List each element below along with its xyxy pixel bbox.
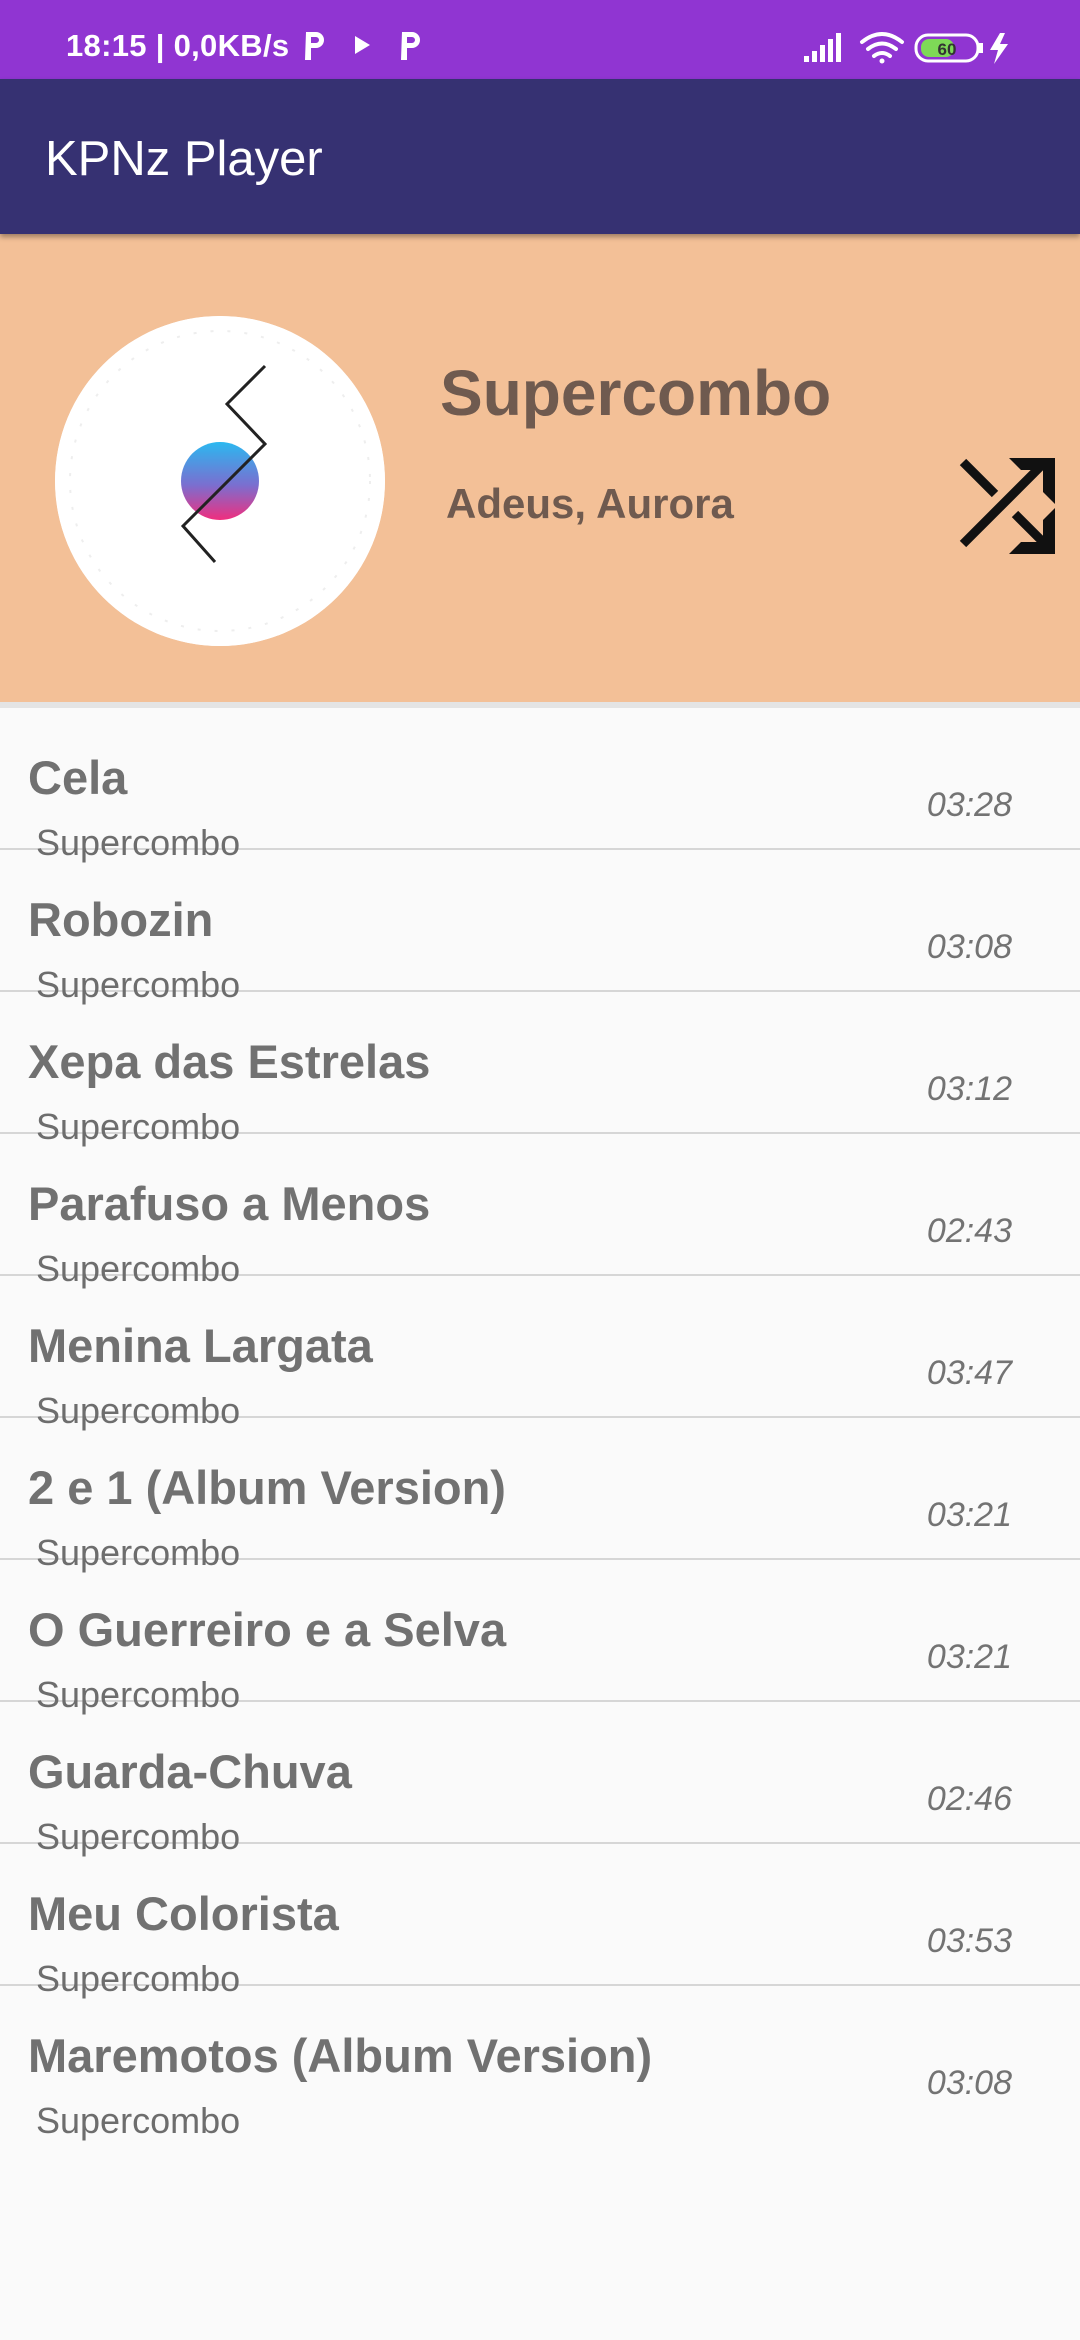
track-duration: 03:47: [926, 1354, 1012, 1392]
track-row[interactable]: Xepa das Estrelas Supercombo 03:12: [0, 992, 1080, 1147]
track-row[interactable]: Guarda-Chuva Supercombo 02:46: [0, 1702, 1080, 1857]
track-row[interactable]: O Guerreiro e a Selva Supercombo 03:21: [0, 1560, 1080, 1715]
track-title: O Guerreiro e a Selva: [28, 1603, 507, 1656]
status-time-speed: 18:15 | 0,0KB/s: [66, 28, 290, 63]
now-playing-album: Adeus, Aurora: [446, 480, 734, 527]
track-row[interactable]: Cela Supercombo 03:28: [0, 708, 1080, 863]
parking-app-icon: [305, 32, 324, 60]
track-row[interactable]: Maremotos (Album Version) Supercombo 03:…: [0, 1986, 1080, 2141]
track-title: Meu Colorista: [28, 1887, 339, 1940]
signal-icon: [804, 33, 841, 62]
track-duration: 03:08: [926, 928, 1012, 966]
track-list[interactable]: Cela Supercombo 03:28 Robozin Supercombo…: [0, 708, 1080, 2141]
now-playing-header: Supercombo Adeus, Aurora: [0, 234, 1080, 702]
track-duration: 03:08: [926, 2064, 1012, 2102]
track-row[interactable]: 2 e 1 (Album Version) Supercombo 03:21: [0, 1418, 1080, 1573]
track-title: 2 e 1 (Album Version): [28, 1461, 506, 1514]
track-title: Guarda-Chuva: [28, 1745, 352, 1798]
parking-app-icon-2: [401, 32, 420, 60]
track-title: Maremotos (Album Version): [28, 2029, 653, 2082]
track-title: Xepa das Estrelas: [28, 1035, 431, 1088]
track-duration: 02:43: [926, 1212, 1012, 1250]
track-duration: 02:46: [926, 1780, 1012, 1818]
track-row[interactable]: Robozin Supercombo 03:08: [0, 850, 1080, 1005]
play-icon: [355, 36, 370, 54]
app-bar: KPNz Player: [0, 79, 1080, 234]
charging-icon: [990, 33, 1008, 64]
track-row[interactable]: Parafuso a Menos Supercombo 02:43: [0, 1134, 1080, 1289]
battery-level: 60: [938, 40, 957, 59]
track-duration: 03:21: [926, 1638, 1012, 1676]
status-bar: 18:15 | 0,0KB/s 60: [0, 0, 1080, 79]
album-cover-art: [55, 316, 385, 646]
wifi-icon: [860, 32, 904, 64]
track-title: Menina Largata: [28, 1319, 373, 1372]
battery-icon: 60: [914, 33, 983, 63]
track-duration: 03:53: [926, 1922, 1012, 1960]
track-title: Parafuso a Menos: [28, 1177, 431, 1230]
track-duration: 03:12: [926, 1070, 1012, 1108]
system-status-icons: 60: [804, 32, 1008, 64]
track-artist: Supercombo: [36, 2100, 241, 2141]
track-title: Robozin: [28, 893, 214, 946]
app-title: KPNz Player: [45, 132, 323, 186]
notification-icons: [305, 32, 420, 60]
track-duration: 03:21: [926, 1496, 1012, 1534]
shuffle-icon[interactable]: [957, 454, 1061, 558]
track-title: Cela: [28, 751, 128, 804]
album-cover[interactable]: [55, 316, 385, 646]
now-playing-artist: Supercombo: [440, 357, 832, 429]
track-duration: 03:28: [926, 786, 1012, 824]
track-row[interactable]: Meu Colorista Supercombo 03:53: [0, 1844, 1080, 1999]
track-row[interactable]: Menina Largata Supercombo 03:47: [0, 1276, 1080, 1431]
